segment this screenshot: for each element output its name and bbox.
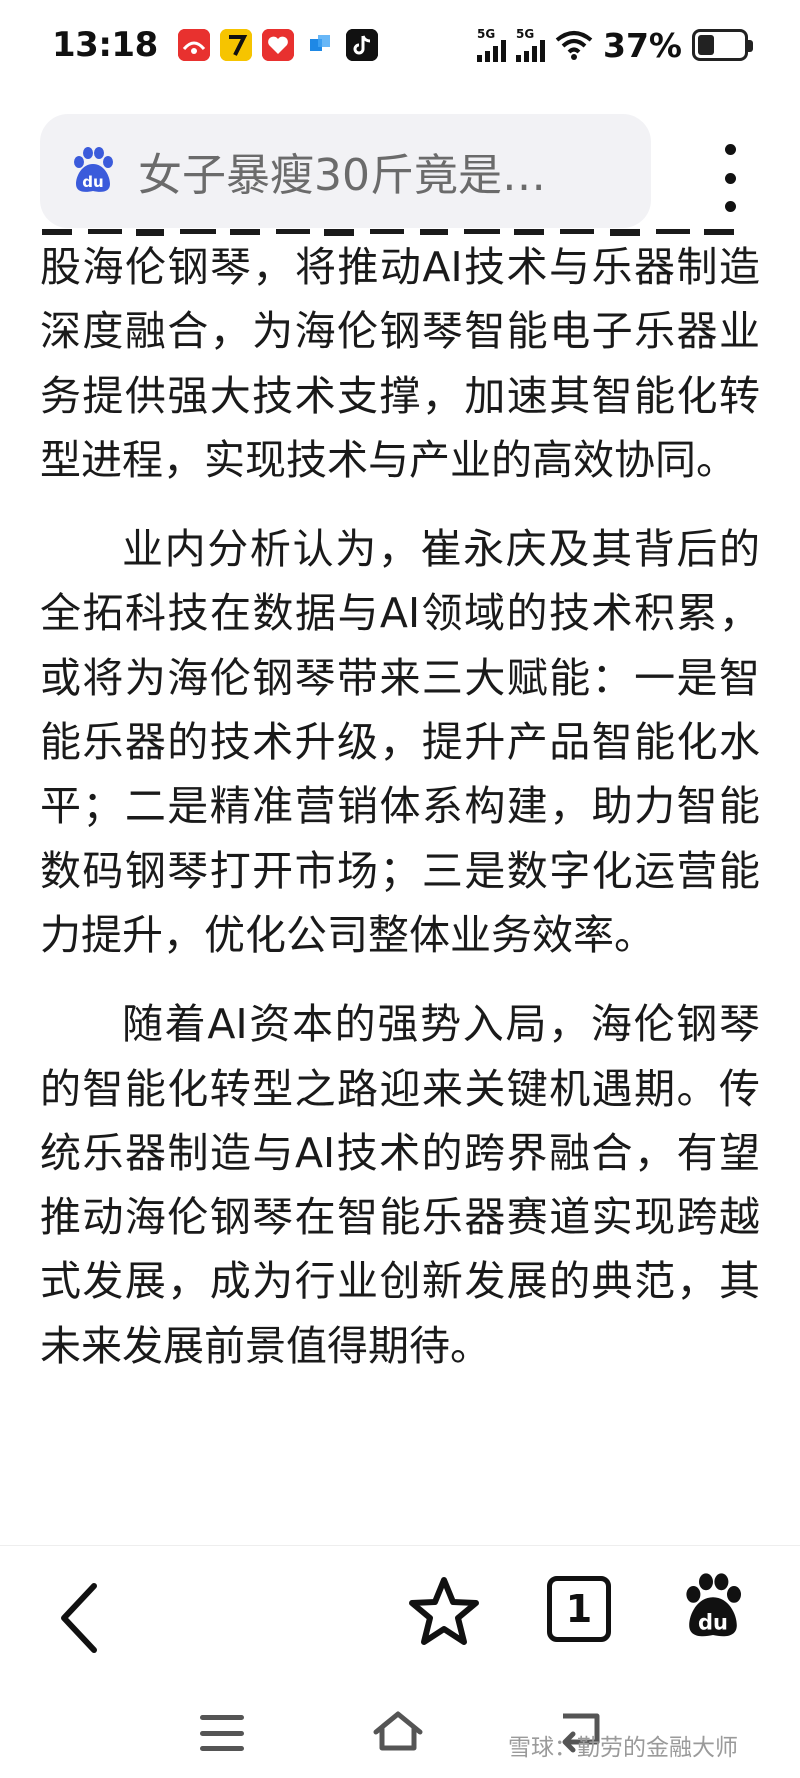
status-time: 13:18: [52, 25, 158, 65]
app-notification-icon: [177, 29, 210, 61]
article-body: 股海伦钢琴，将推动AI技术与乐器制造深度融合，为海伦钢琴智能电子乐器业务提供强大…: [40, 230, 760, 1535]
network-type: 5G: [516, 27, 535, 41]
article-paragraph: 业内分析认为，崔永庆及其背后的全拓科技在数据与AI领域的技术积累，或将为海伦钢琴…: [40, 525, 760, 959]
blue-app-icon: [303, 29, 336, 61]
battery-fill: [698, 35, 715, 55]
menu-icon[interactable]: [200, 1715, 244, 1751]
signal-icon: [477, 40, 506, 62]
signal-icon: [516, 40, 545, 62]
battery-icon: [692, 29, 753, 61]
status-right: 5G 5G 37%: [477, 25, 753, 65]
app-notification-icon: [219, 29, 252, 61]
network-type: 5G: [477, 27, 496, 41]
heart-app-icon: [261, 29, 294, 61]
watermark: 雪球：勤劳的金融大师: [508, 1735, 738, 1761]
article-paragraph: 随着AI资本的强势入局，海伦钢琴的智能化转型之路迎来关键机遇期。传统乐器制造与A…: [40, 1000, 760, 1370]
article-paragraph: 股海伦钢琴，将推动AI技术与乐器制造深度融合，为海伦钢琴智能电子乐器业务提供强大…: [40, 243, 760, 484]
baidu-paw-icon: du: [68, 146, 118, 196]
signal-group: 5G: [516, 28, 545, 62]
browser-header: du 女子暴瘦30斤竟是…: [0, 108, 800, 230]
tab-count-button[interactable]: 1: [547, 1576, 611, 1642]
system-navigation-bar: 雪球：勤劳的金融大师: [0, 1690, 800, 1778]
star-icon[interactable]: [404, 1572, 484, 1652]
tiktok-icon: [345, 29, 378, 61]
more-vertical-icon[interactable]: [710, 138, 750, 218]
status-bar: 13:18 5G 5G 37%: [0, 0, 800, 90]
baidu-paw-icon[interactable]: du: [678, 1572, 748, 1642]
battery-percent: 37%: [603, 25, 682, 65]
home-icon[interactable]: [370, 1708, 426, 1756]
signal-group: 5G: [477, 28, 506, 62]
search-query-text: 女子暴瘦30斤竟是…: [138, 150, 546, 201]
wifi-icon: [555, 31, 593, 60]
svg-text:du: du: [82, 173, 103, 191]
chevron-left-icon[interactable]: [50, 1576, 110, 1656]
browser-toolbar: 1 du: [0, 1545, 800, 1675]
search-bar[interactable]: du 女子暴瘦30斤竟是…: [40, 114, 651, 228]
notification-icons: [177, 29, 378, 61]
svg-text:du: du: [698, 1610, 728, 1634]
